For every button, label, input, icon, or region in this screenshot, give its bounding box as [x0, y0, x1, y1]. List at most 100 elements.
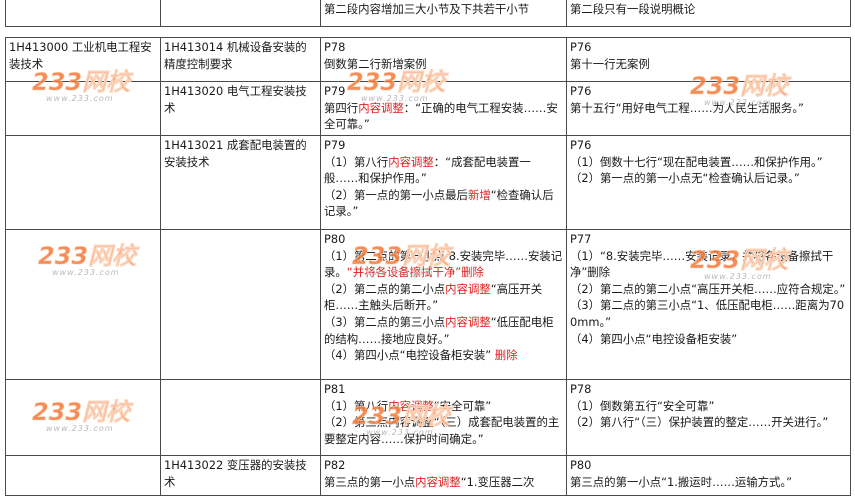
- cell-text: P79: [324, 84, 346, 98]
- cell-line: P80: [324, 231, 564, 248]
- cell-text: P78: [570, 382, 592, 396]
- cell-text: （1）“8.安装完毕……安装记录，并将各设备擦拭干净”删除: [570, 248, 834, 280]
- new-edition-cell: P80 （1）第二点的第一小点 8.安装完毕……安装记录。“并将各设备擦拭干净”删…: [320, 229, 567, 380]
- cell-line: P79: [324, 137, 564, 154]
- cell-text: P81: [324, 382, 346, 396]
- cell-line: （4）第四小点“电控设备柜安装”: [570, 331, 848, 348]
- cell-text: P80: [324, 232, 346, 246]
- cell-line: P81: [324, 381, 564, 398]
- change-marker: 内容调整: [415, 474, 461, 489]
- cell-text: （1）倒数十七行“现在配电装置……和保护作用。”: [570, 154, 823, 169]
- new-edition-cell: P81 （1）第八行内容调整“安全可靠” （2）第三点内容调整“（三）成套配电装置的…: [320, 379, 567, 456]
- cell-line: 第十五行“用好电气工程……为人民生活服务。”: [570, 100, 848, 117]
- cell-text: P76: [570, 84, 592, 98]
- cell-line: 第四行内容调整：“正确的电气工程安装……安全可靠。”: [324, 100, 564, 133]
- cell-text: P76: [570, 138, 592, 152]
- cell-line: （3）第二点的第三小点“1、低压配电柜……距离为700mm。”: [570, 297, 848, 330]
- header-blank-2: [160, 0, 321, 27]
- section-cell: [5, 229, 161, 380]
- change-marker: 内容调整: [388, 154, 434, 169]
- subsection-cell: 1H413020 电气工程安装技术: [160, 81, 321, 136]
- header-row: 第二段内容增加三大小节及下共若干小节 第二段只有一段说明概论: [5, 0, 851, 27]
- cell-text: P82: [324, 458, 346, 472]
- section-cell: [5, 379, 161, 456]
- comparison-table: 第二段内容增加三大小节及下共若干小节 第二段只有一段说明概论 1H413000 …: [5, 0, 851, 496]
- cell-text: （2）第一点的第一小点无“检查确认后记录。”: [570, 171, 800, 186]
- old-edition-cell: P78 （1）倒数第五行“安全可靠” （2）第八行“（三）保护装置的整定……开关进行…: [566, 379, 851, 456]
- spacer-row: [5, 26, 851, 38]
- cell-text: 第三点的第一小点“1.搬运时……运输方式。”: [570, 474, 793, 489]
- cell-line: P82: [324, 457, 564, 474]
- change-marker: 内容调整: [445, 281, 491, 296]
- cell-text: （1）倒数第五行“安全可靠”: [570, 398, 715, 413]
- table-row: 1H413020 电气工程安装技术 P79 第四行内容调整：“正确的电气工程安装………: [5, 81, 851, 136]
- subsection-cell: 1H413021 成套配电装置的安装技术: [160, 135, 321, 230]
- spacer: [5, 26, 851, 38]
- cell-text: “安全可靠”: [433, 398, 492, 413]
- cell-text: 第四行: [324, 100, 359, 115]
- change-marker: 新增: [467, 187, 491, 202]
- cell-line: P76: [570, 137, 848, 154]
- old-edition-cell: P76 第十五行“用好电气工程……为人民生活服务。”: [566, 81, 851, 136]
- header-blank-1: [5, 0, 161, 27]
- table-row: 1H413000 工业机电工程安装技术 1H413014 机械设备安装的精度控制要…: [5, 37, 851, 82]
- old-edition-cell: P80 第三点的第一小点“1.搬运时……运输方式。”: [566, 455, 851, 496]
- change-marker: “并将各设备擦拭干净”删除: [346, 265, 484, 280]
- cell-line: （2）第三点内容调整“（三）成套配电装置的主要整定内容……保护时间确定。”: [324, 414, 564, 447]
- section-cell: [5, 81, 161, 136]
- cell-line: 第三点的第一小点“1.搬运时……运输方式。”: [570, 474, 848, 491]
- table-row: 1H413021 成套配电装置的安装技术 P79 （1）第八行内容调整：“成套配电装…: [5, 135, 851, 230]
- cell-line: （2）第一点的第一小点无“检查确认后记录。”: [570, 170, 848, 187]
- new-edition-cell: P82 第三点的第一小点内容调整“1.变压器二次: [320, 455, 567, 496]
- cell-line: P76: [570, 39, 848, 56]
- table-row: 1H413022 变压器的安装技术 P82 第三点的第一小点内容调整“1.变压器二次…: [5, 455, 851, 496]
- header-old-edition: 第二段只有一段说明概论: [566, 0, 851, 27]
- cell-text: P77: [570, 232, 592, 246]
- cell-text: 第十五行“用好电气工程……为人民生活服务。”: [570, 100, 804, 115]
- cell-text: （1）第八行: [324, 154, 389, 169]
- cell-text: （2）第二点的第二小点: [324, 281, 446, 296]
- cell-text: （1）第八行: [324, 398, 389, 413]
- cell-line: （1）第八行内容调整“安全可靠”: [324, 398, 564, 415]
- section-cell: 1H413000 工业机电工程安装技术: [5, 37, 161, 82]
- cell-text: （2）第三点内容调整“（三）成套配电装置的主要整定内容……保护时间确定。”: [324, 415, 560, 446]
- section-cell: [5, 135, 161, 230]
- cell-line: （2）第二点的第二小点“高压开关柜……应符合规定。”: [570, 281, 848, 298]
- cell-line: （2）第一点的第一小点最后新增“检查确认后记录。”: [324, 187, 564, 220]
- cell-line: （2）第二点的第二小点内容调整“高压开关柜……主触头后断开。”: [324, 281, 564, 314]
- subsection-cell: 1H413014 机械设备安装的精度控制要求: [160, 37, 321, 82]
- change-marker: 删除: [494, 348, 518, 363]
- cell-line: P76: [570, 83, 848, 100]
- cell-line: （3）第二点的第三小点内容调整“低压配电柜的结构……接地应良好。”: [324, 314, 564, 347]
- cell-line: 第十一行无案例: [570, 56, 848, 73]
- cell-text: （3）第二点的第三小点“1、低压配电柜……距离为700mm。”: [570, 298, 845, 329]
- cell-line: P77: [570, 231, 848, 248]
- cell-line: （4）第四小点“电控设备柜安装” 删除: [324, 347, 564, 364]
- cell-line: P78: [324, 39, 564, 56]
- cell-text: （2）第二点的第二小点“高压开关柜……应符合规定。”: [570, 281, 846, 296]
- header-new-edition: 第二段内容增加三大小节及下共若干小节: [320, 0, 567, 27]
- change-marker: 内容调整: [388, 398, 434, 413]
- cell-text: 第三点的第一小点: [324, 474, 416, 489]
- subsection-cell: [160, 229, 321, 380]
- cell-line: （1）第八行内容调整：“成套配电装置一般……和保护作用。”: [324, 154, 564, 187]
- cell-line: （1）倒数十七行“现在配电装置……和保护作用。”: [570, 154, 848, 171]
- old-edition-cell: P77 （1）“8.安装完毕……安装记录，并将各设备擦拭干净”删除 （2）第二点的第…: [566, 229, 851, 380]
- table-row: P80 （1）第二点的第一小点 8.安装完毕……安装记录。“并将各设备擦拭干净”删…: [5, 229, 851, 380]
- table-row: P81 （1）第八行内容调整“安全可靠” （2）第三点内容调整“（三）成套配电装置的…: [5, 379, 851, 456]
- change-marker: 内容调整: [445, 314, 491, 329]
- cell-text: “1.变压器二次: [460, 474, 535, 489]
- cell-text: 第十一行无案例: [570, 56, 650, 71]
- cell-text: 倒数第二行新增案例: [324, 56, 427, 71]
- new-edition-cell: P79 （1）第八行内容调整：“成套配电装置一般……和保护作用。” （2）第一点的第…: [320, 135, 567, 230]
- cell-text: P79: [324, 138, 346, 152]
- cell-line: P80: [570, 457, 848, 474]
- cell-line: （1）倒数第五行“安全可靠”: [570, 398, 848, 415]
- new-edition-cell: P78 倒数第二行新增案例: [320, 37, 567, 82]
- cell-line: （1）“8.安装完毕……安装记录，并将各设备擦拭干净”删除: [570, 248, 848, 281]
- cell-text: （3）第二点的第三小点: [324, 314, 446, 329]
- cell-text: P80: [570, 458, 592, 472]
- section-cell: [5, 455, 161, 496]
- cell-text: P76: [570, 40, 592, 54]
- cell-line: P78: [570, 381, 848, 398]
